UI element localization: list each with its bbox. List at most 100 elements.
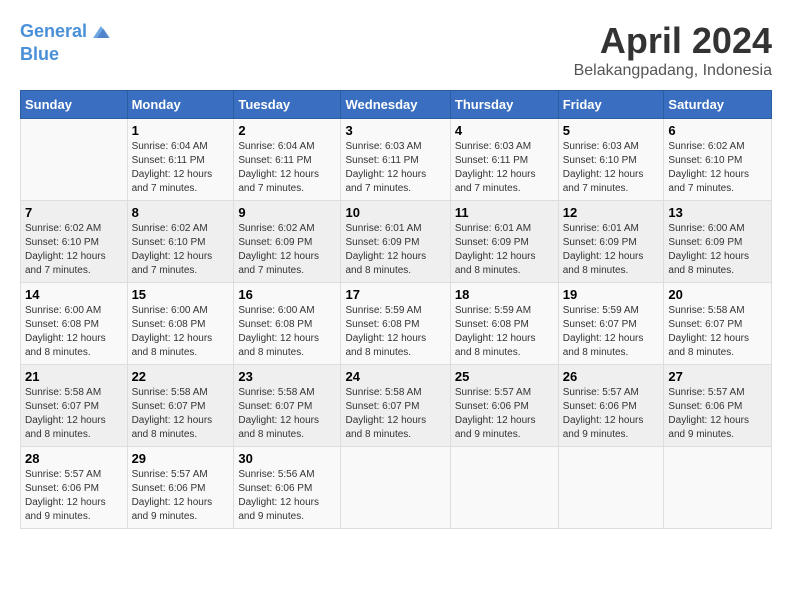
calendar-cell: 14Sunrise: 6:00 AM Sunset: 6:08 PM Dayli… — [21, 283, 128, 365]
day-info: Sunrise: 5:57 AM Sunset: 6:06 PM Dayligh… — [132, 468, 230, 524]
calendar-header-row: SundayMondayTuesdayWednesdayThursdayFrid… — [21, 91, 772, 119]
day-number: 26 — [563, 369, 660, 384]
logo-text: General — [20, 21, 87, 43]
calendar-cell: 28 Sunrise: 5:57 AM Sunset: 6:06 PM Dayli… — [21, 447, 128, 529]
day-info: Sunrise: 6:00 AM Sunset: 6:08 PM Dayligh… — [132, 304, 230, 360]
day-number: 10 — [345, 205, 445, 220]
day-number: 4 — [455, 123, 554, 138]
day-info: Sunrise: 6:04 AM Sunset: 6:11 PM Dayligh… — [132, 140, 230, 196]
day-number: 29 — [132, 451, 230, 466]
calendar-cell: 19 Sunrise: 5:59 AM Sunset: 6:07 PM Dayli… — [558, 283, 664, 365]
day-number: 24 — [345, 369, 445, 384]
calendar-cell: 11 Sunrise: 6:01 AM Sunset: 6:09 PM Dayli… — [450, 201, 558, 283]
calendar-cell: 18 Sunrise: 5:59 AM Sunset: 6:08 PM Dayli… — [450, 283, 558, 365]
day-info: Sunrise: 5:56 AM Sunset: 6:06 PM Dayligh… — [238, 468, 336, 524]
day-info: Sunrise: 6:01 AM Sunset: 6:09 PM Dayligh… — [345, 222, 445, 278]
day-info: Sunrise: 6:03 AM Sunset: 6:10 PM Dayligh… — [563, 140, 660, 196]
day-info: Sunrise: 6:02 AM Sunset: 6:10 PM Dayligh… — [132, 222, 230, 278]
day-number: 22 — [132, 369, 230, 384]
day-info: Sunrise: 5:58 AM Sunset: 6:07 PM Dayligh… — [668, 304, 767, 360]
day-number: 13 — [668, 205, 767, 220]
calendar-cell: 5 Sunrise: 6:03 AM Sunset: 6:10 PM Daylig… — [558, 119, 664, 201]
day-info: Sunrise: 6:00 AM Sunset: 6:08 PM Dayligh… — [25, 304, 123, 360]
day-number: 17 — [345, 287, 445, 302]
day-number: 6 — [668, 123, 767, 138]
calendar-body: 1 Sunrise: 6:04 AM Sunset: 6:11 PM Daylig… — [21, 119, 772, 529]
day-info: Sunrise: 6:01 AM Sunset: 6:09 PM Dayligh… — [563, 222, 660, 278]
calendar-cell — [450, 447, 558, 529]
day-info: Sunrise: 5:59 AM Sunset: 6:08 PM Dayligh… — [455, 304, 554, 360]
calendar-cell: 6 Sunrise: 6:02 AM Sunset: 6:10 PM Daylig… — [664, 119, 772, 201]
day-info: Sunrise: 5:57 AM Sunset: 6:06 PM Dayligh… — [668, 386, 767, 442]
calendar-cell: 29 Sunrise: 5:57 AM Sunset: 6:06 PM Dayli… — [127, 447, 234, 529]
day-info: Sunrise: 5:58 AM Sunset: 6:07 PM Dayligh… — [238, 386, 336, 442]
day-info: Sunrise: 6:00 AM Sunset: 6:08 PM Dayligh… — [238, 304, 336, 360]
logo: General Blue — [20, 20, 113, 66]
day-number: 27 — [668, 369, 767, 384]
calendar-week-row: 14Sunrise: 6:00 AM Sunset: 6:08 PM Dayli… — [21, 283, 772, 365]
day-info: Sunrise: 6:02 AM Sunset: 6:10 PM Dayligh… — [25, 222, 123, 278]
calendar-cell: 1 Sunrise: 6:04 AM Sunset: 6:11 PM Daylig… — [127, 119, 234, 201]
weekday-header: Friday — [558, 91, 664, 119]
weekday-header: Saturday — [664, 91, 772, 119]
calendar-cell — [558, 447, 664, 529]
day-info: Sunrise: 5:57 AM Sunset: 6:06 PM Dayligh… — [563, 386, 660, 442]
calendar-week-row: 1 Sunrise: 6:04 AM Sunset: 6:11 PM Daylig… — [21, 119, 772, 201]
weekday-header: Thursday — [450, 91, 558, 119]
calendar-cell: 26 Sunrise: 5:57 AM Sunset: 6:06 PM Dayli… — [558, 365, 664, 447]
weekday-header: Monday — [127, 91, 234, 119]
day-info: Sunrise: 6:02 AM Sunset: 6:10 PM Dayligh… — [668, 140, 767, 196]
calendar-cell: 24 Sunrise: 5:58 AM Sunset: 6:07 PM Dayli… — [341, 365, 450, 447]
calendar-cell: 15 Sunrise: 6:00 AM Sunset: 6:08 PM Dayli… — [127, 283, 234, 365]
calendar-cell: 7 Sunrise: 6:02 AM Sunset: 6:10 PM Daylig… — [21, 201, 128, 283]
calendar-week-row: 7 Sunrise: 6:02 AM Sunset: 6:10 PM Daylig… — [21, 201, 772, 283]
day-number: 19 — [563, 287, 660, 302]
calendar-cell — [341, 447, 450, 529]
day-number: 18 — [455, 287, 554, 302]
day-info: Sunrise: 5:58 AM Sunset: 6:07 PM Dayligh… — [132, 386, 230, 442]
title-block: April 2024 Belakangpadang, Indonesia — [574, 20, 772, 80]
day-number: 3 — [345, 123, 445, 138]
day-number: 21 — [25, 369, 123, 384]
day-info: Sunrise: 6:00 AM Sunset: 6:09 PM Dayligh… — [668, 222, 767, 278]
calendar-cell: 22 Sunrise: 5:58 AM Sunset: 6:07 PM Dayli… — [127, 365, 234, 447]
day-number: 30 — [238, 451, 336, 466]
day-number: 12 — [563, 205, 660, 220]
day-number: 25 — [455, 369, 554, 384]
day-number: 7 — [25, 205, 123, 220]
day-number: 16 — [238, 287, 336, 302]
day-number: 15 — [132, 287, 230, 302]
logo-icon — [89, 20, 113, 44]
weekday-header: Sunday — [21, 91, 128, 119]
calendar-week-row: 28 Sunrise: 5:57 AM Sunset: 6:06 PM Dayli… — [21, 447, 772, 529]
day-info: Sunrise: 6:03 AM Sunset: 6:11 PM Dayligh… — [455, 140, 554, 196]
calendar-cell — [664, 447, 772, 529]
calendar-cell: 17 Sunrise: 5:59 AM Sunset: 6:08 PM Dayli… — [341, 283, 450, 365]
calendar-cell: 25 Sunrise: 5:57 AM Sunset: 6:06 PM Dayli… — [450, 365, 558, 447]
calendar-cell: 13 Sunrise: 6:00 AM Sunset: 6:09 PM Dayli… — [664, 201, 772, 283]
day-number: 11 — [455, 205, 554, 220]
day-info: Sunrise: 5:57 AM Sunset: 6:06 PM Dayligh… — [25, 468, 123, 524]
calendar-cell: 9 Sunrise: 6:02 AM Sunset: 6:09 PM Daylig… — [234, 201, 341, 283]
calendar-cell: 16 Sunrise: 6:00 AM Sunset: 6:08 PM Dayli… — [234, 283, 341, 365]
calendar-cell: 10 Sunrise: 6:01 AM Sunset: 6:09 PM Dayli… — [341, 201, 450, 283]
day-info: Sunrise: 6:02 AM Sunset: 6:09 PM Dayligh… — [238, 222, 336, 278]
day-info: Sunrise: 5:59 AM Sunset: 6:07 PM Dayligh… — [563, 304, 660, 360]
day-info: Sunrise: 5:58 AM Sunset: 6:07 PM Dayligh… — [345, 386, 445, 442]
day-info: Sunrise: 5:58 AM Sunset: 6:07 PM Dayligh… — [25, 386, 123, 442]
day-number: 23 — [238, 369, 336, 384]
day-number: 9 — [238, 205, 336, 220]
calendar-cell: 21 Sunrise: 5:58 AM Sunset: 6:07 PM Dayli… — [21, 365, 128, 447]
day-info: Sunrise: 5:57 AM Sunset: 6:06 PM Dayligh… — [455, 386, 554, 442]
day-number: 2 — [238, 123, 336, 138]
day-number: 5 — [563, 123, 660, 138]
day-info: Sunrise: 6:01 AM Sunset: 6:09 PM Dayligh… — [455, 222, 554, 278]
day-info: Sunrise: 5:59 AM Sunset: 6:08 PM Dayligh… — [345, 304, 445, 360]
weekday-header: Wednesday — [341, 91, 450, 119]
day-number: 1 — [132, 123, 230, 138]
day-number: 28 — [25, 451, 123, 466]
day-number: 20 — [668, 287, 767, 302]
logo-blue-text: Blue — [20, 44, 113, 66]
calendar-cell: 27 Sunrise: 5:57 AM Sunset: 6:06 PM Dayli… — [664, 365, 772, 447]
calendar-cell: 20 Sunrise: 5:58 AM Sunset: 6:07 PM Dayli… — [664, 283, 772, 365]
